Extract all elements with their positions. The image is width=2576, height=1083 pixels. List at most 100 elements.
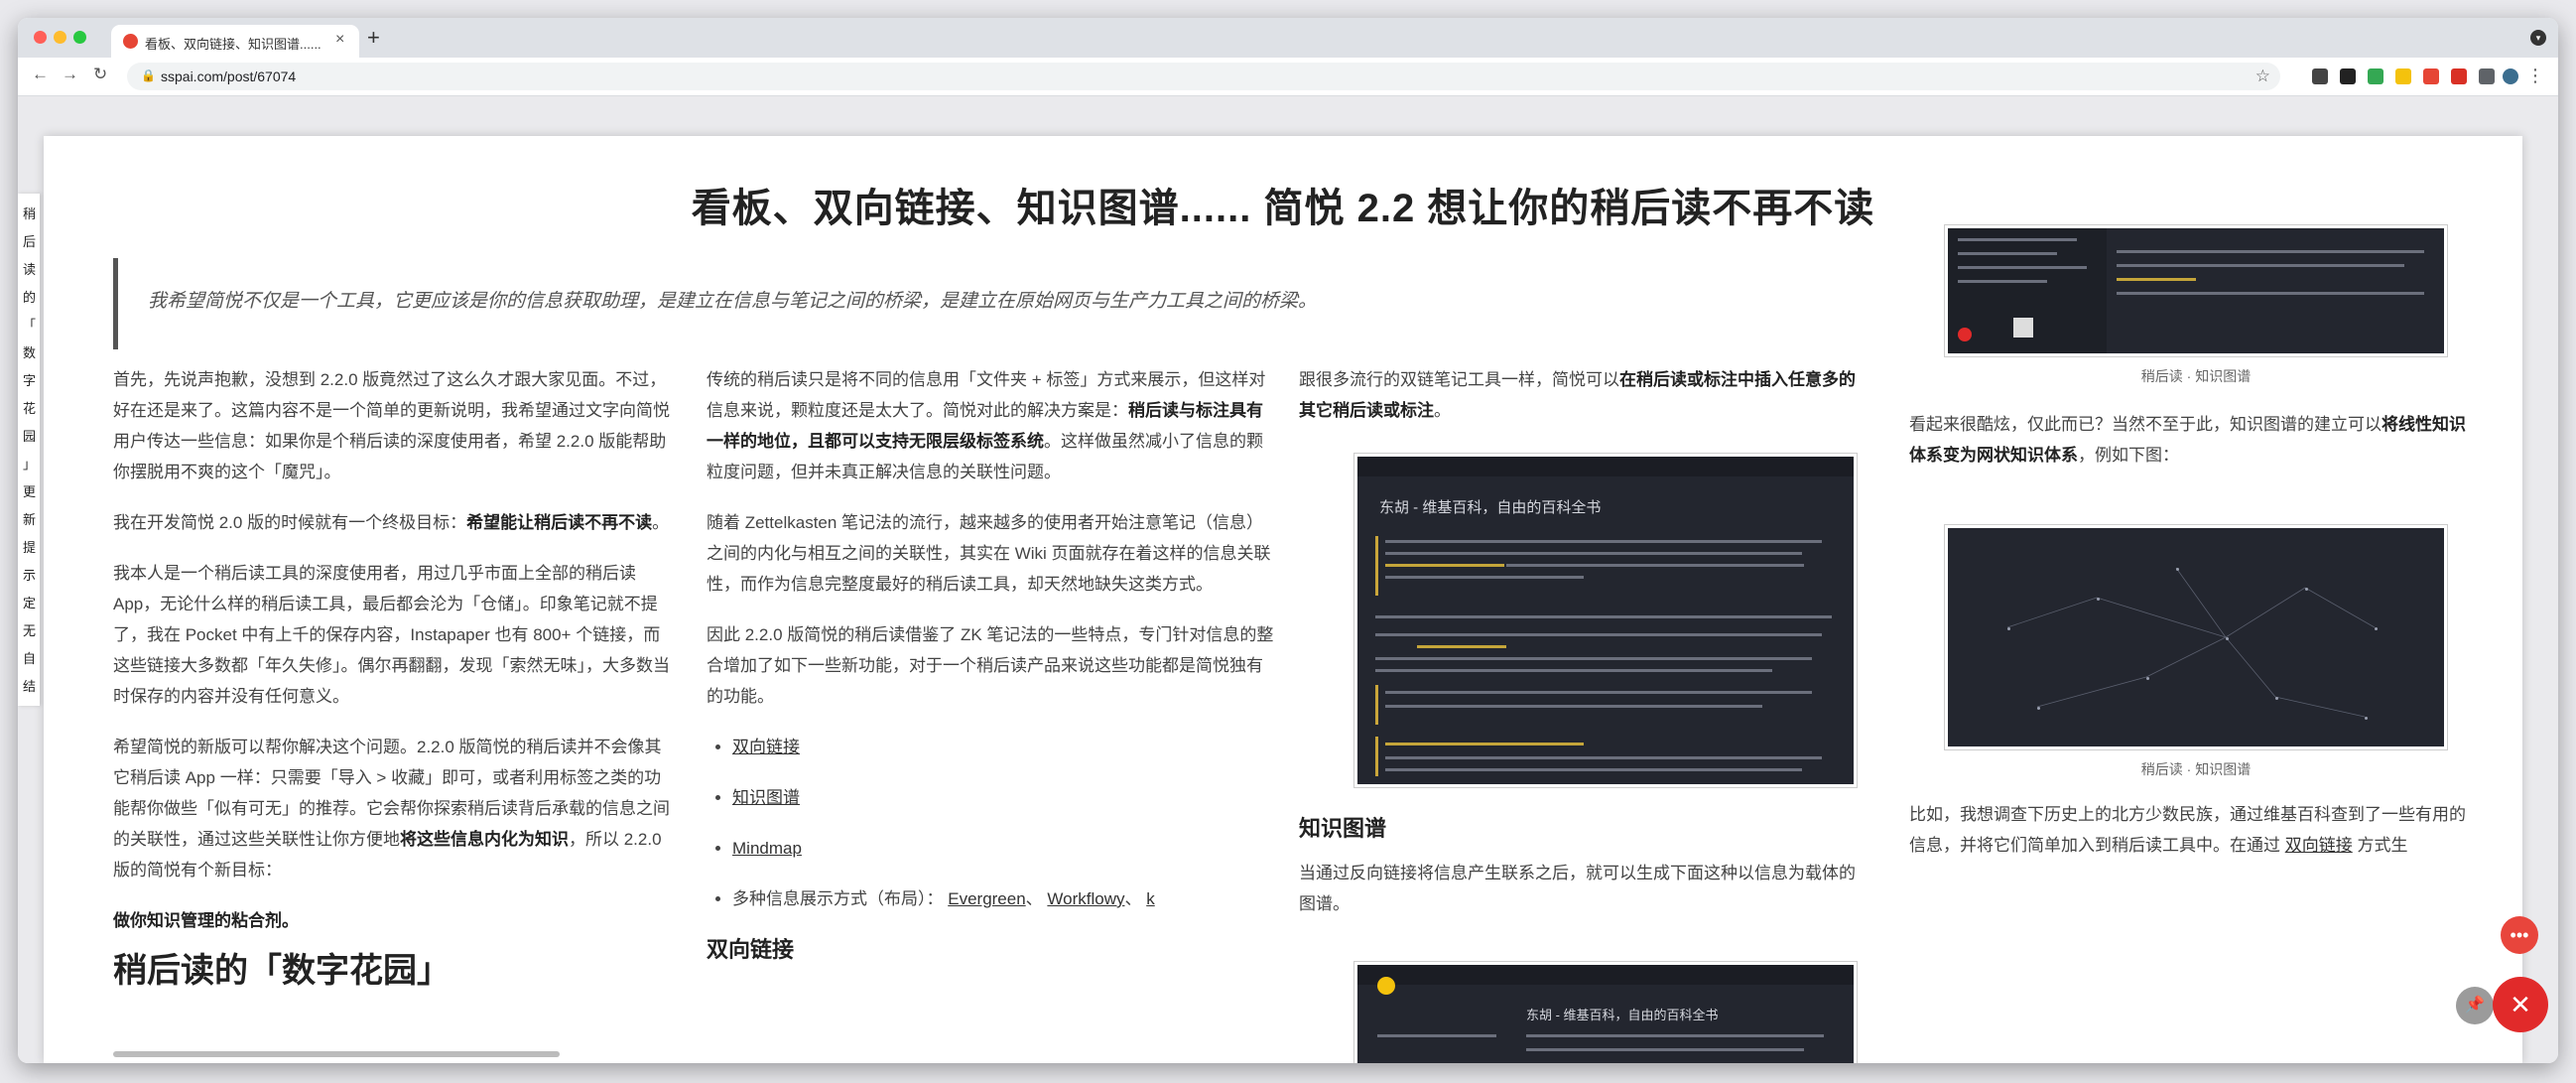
link-mindmap[interactable]: Mindmap [732,839,802,858]
screenshot-title: 东胡 - 维基百科，自由的百科全书 [1379,499,1602,516]
page-viewport: 稍 后 读 的 「 数 字 花 园 」 更 新 提 示 定 无 自 结 看板、双… [18,96,2558,1063]
image-caption: 稍后读 · 知识图谱 [2140,761,2252,777]
graph-node [2305,588,2308,591]
address-toolbar: ← → ↻ 🔒 sspai.com/post/67074 ☆ ⋮ [18,58,2558,96]
reader-sheet: 看板、双向链接、知识图谱...... 简悦 2.2 想让你的稍后读不再不读 我希… [44,136,2522,1063]
lock-icon: 🔒 [141,68,156,82]
paragraph: 随着 Zettelkasten 笔记法的流行，越来越多的使用者开始注意笔记（信息… [707,513,1271,594]
toc-item[interactable]: 「 [23,315,36,334]
paragraph: 我在开发简悦 2.0 版的时候就有一个终极目标：希望能让稍后读不再不读。 [113,513,670,532]
bookmark-star-icon[interactable]: ☆ [2255,67,2270,86]
screenshot-graph-view [1945,525,2447,749]
tab-title: 看板、双向链接、知识图谱...... 简 [145,37,322,52]
blockquote: 我希望简悦不仅是一个工具，它更应该是你的信息获取助理，是建立在信息与笔记之间的桥… [113,258,1701,349]
graph-node [2097,598,2100,601]
image-caption: 稍后读 · 知识图谱 [2140,368,2252,384]
column-1: 首先，先说声抱歉，没想到 2.2.0 版竟然过了这么久才跟大家见面。不过，好在还… [113,364,674,990]
screenshot-read-later-list [1945,225,2447,356]
screenshot-toolbar [1357,457,1854,476]
link-bidirectional[interactable]: 双向链接 [732,738,800,756]
menu-kebab-icon[interactable]: ⋮ [2526,66,2544,86]
maximize-window-button[interactable] [73,31,86,44]
puzzle-extensions-icon[interactable] [2479,68,2495,84]
link-workflowy[interactable]: Workflowy [1047,889,1124,908]
link-knowledge-graph[interactable]: 知识图谱 [732,788,800,807]
toc-item[interactable]: 后 [23,231,36,250]
toc-item[interactable]: 花 [23,398,36,417]
more-actions-button[interactable]: ••• [2501,916,2538,954]
toc-item[interactable]: 提 [23,537,36,556]
graph-node [2037,707,2040,710]
toc-item[interactable]: 」 [23,454,36,473]
pin-icon[interactable]: 📌 [2456,987,2494,1024]
screenshot-bidirectional-link: 东胡 - 维基百科，自由的百科全书 [1354,454,1857,787]
graph-node [2275,697,2278,700]
close-window-button[interactable] [34,31,47,44]
graph-node [2146,677,2149,680]
section-heading: 知识图谱 [1299,816,1387,841]
toc-item[interactable]: 新 [23,509,36,528]
list-item: 知识图谱 [732,782,1274,813]
graph-node [2176,568,2179,571]
exit-reader-button[interactable]: ✕ [2493,977,2548,1032]
graph-node [2007,627,2010,630]
list-item: 双向链接 [732,732,1274,762]
link-bidirectional-inline[interactable]: 双向链接 [2285,836,2353,855]
column-3-lower: 知识图谱 当通过反向链接将信息产生联系之后，就可以生成下面这种以信息为载体的图谱… [1299,813,1867,939]
extension-icon[interactable] [2340,68,2356,84]
new-tab-button[interactable]: + [367,25,380,51]
logo-badge-icon [1377,977,1395,995]
browser-window: 看板、双向链接、知识图谱...... 简 × + ▾ ← → ↻ 🔒 sspai… [18,18,2558,1063]
active-tab[interactable]: 看板、双向链接、知识图谱...... 简 × [111,25,359,58]
toc-item[interactable]: 结 [23,676,36,695]
toc-item[interactable]: 示 [23,565,36,584]
list-item: 多种信息展示方式（布局）： Evergreen、 Workflowy、 k [732,883,1274,914]
extension-icon[interactable] [2423,68,2439,84]
minimize-window-button[interactable] [54,31,66,44]
toc-sidebar: 稍 后 读 的 「 数 字 花 园 」 更 新 提 示 定 无 自 结 [18,194,40,706]
column-4: 看起来很酷炫，仅此而已？当然不至于此，知识图谱的建立可以将线性知识体系变为网状知… [1909,409,2475,490]
profile-avatar[interactable] [2503,68,2518,84]
toc-item[interactable]: 更 [23,481,36,500]
toc-item[interactable]: 自 [23,648,36,667]
url-text[interactable]: sspai.com/post/67074 [161,68,296,84]
tab-close-icon[interactable]: × [335,31,344,49]
extension-icon[interactable] [2451,68,2467,84]
paragraph: 看起来很酷炫，仅此而已？当然不至于此，知识图谱的建立可以将线性知识体系变为网状知… [1909,415,2466,465]
toc-item[interactable]: 的 [23,287,36,306]
toc-item[interactable]: 稍 [23,203,36,222]
paragraph: 因此 2.2.0 版简悦的稍后读借鉴了 ZK 笔记法的一些特点，专门针对信息的整… [707,625,1274,706]
link-evergreen[interactable]: Evergreen [948,889,1025,908]
tab-strip: 看板、双向链接、知识图谱...... 简 × + ▾ [18,18,2558,58]
paragraph: 比如，我想调查下历史上的北方少数民族，通过维基百科查到了一些有用的信息，并将它们… [1909,805,2466,855]
screenshot-toolbar [1357,965,1854,985]
paragraph: 当通过反向链接将信息产生联系之后，就可以生成下面这种以信息为载体的图谱。 [1299,864,1856,913]
quote-text: 我希望简悦不仅是一个工具，它更应该是你的信息获取助理，是建立在信息与笔记之间的桥… [148,291,1318,312]
toc-item[interactable]: 定 [23,593,36,611]
address-bar[interactable]: 🔒 sspai.com/post/67074 ☆ [127,63,2280,90]
toc-item[interactable]: 数 [23,342,36,361]
paragraph: 我本人是一个稍后读工具的深度使用者，用过几乎市面上全部的稍后读 App，无论什么… [113,564,670,706]
toc-item[interactable]: 无 [23,620,36,639]
back-button[interactable]: ← [32,65,49,84]
extension-icon[interactable] [2395,68,2411,84]
reload-button[interactable]: ↻ [93,65,107,84]
link-k[interactable]: k [1146,889,1155,908]
list-item: Mindmap [732,833,1274,864]
paragraph: 首先，先说声抱歉，没想到 2.2.0 版竟然过了这么久才跟大家见面。不过，好在还… [113,370,670,481]
graph-node [2365,717,2368,720]
horizontal-scrollbar[interactable] [113,1051,560,1057]
section-heading: 双向链接 [707,937,795,962]
graph-node [2226,637,2229,640]
tab-search-icon[interactable]: ▾ [2530,30,2546,46]
graph-node [2375,627,2378,630]
toc-item[interactable]: 园 [23,426,36,445]
section-heading: 稍后读的「数字花园」 [113,952,451,990]
screenshot-knowledge-graph-preview: 东胡 - 维基百科，自由的百科全书 [1354,962,1857,1063]
forward-button[interactable]: → [62,65,78,84]
extension-icon[interactable] [2368,68,2383,84]
sspai-favicon-icon [123,34,138,49]
toc-item[interactable]: 字 [23,370,36,389]
toc-item[interactable]: 读 [23,259,36,278]
extension-icon[interactable] [2312,68,2328,84]
